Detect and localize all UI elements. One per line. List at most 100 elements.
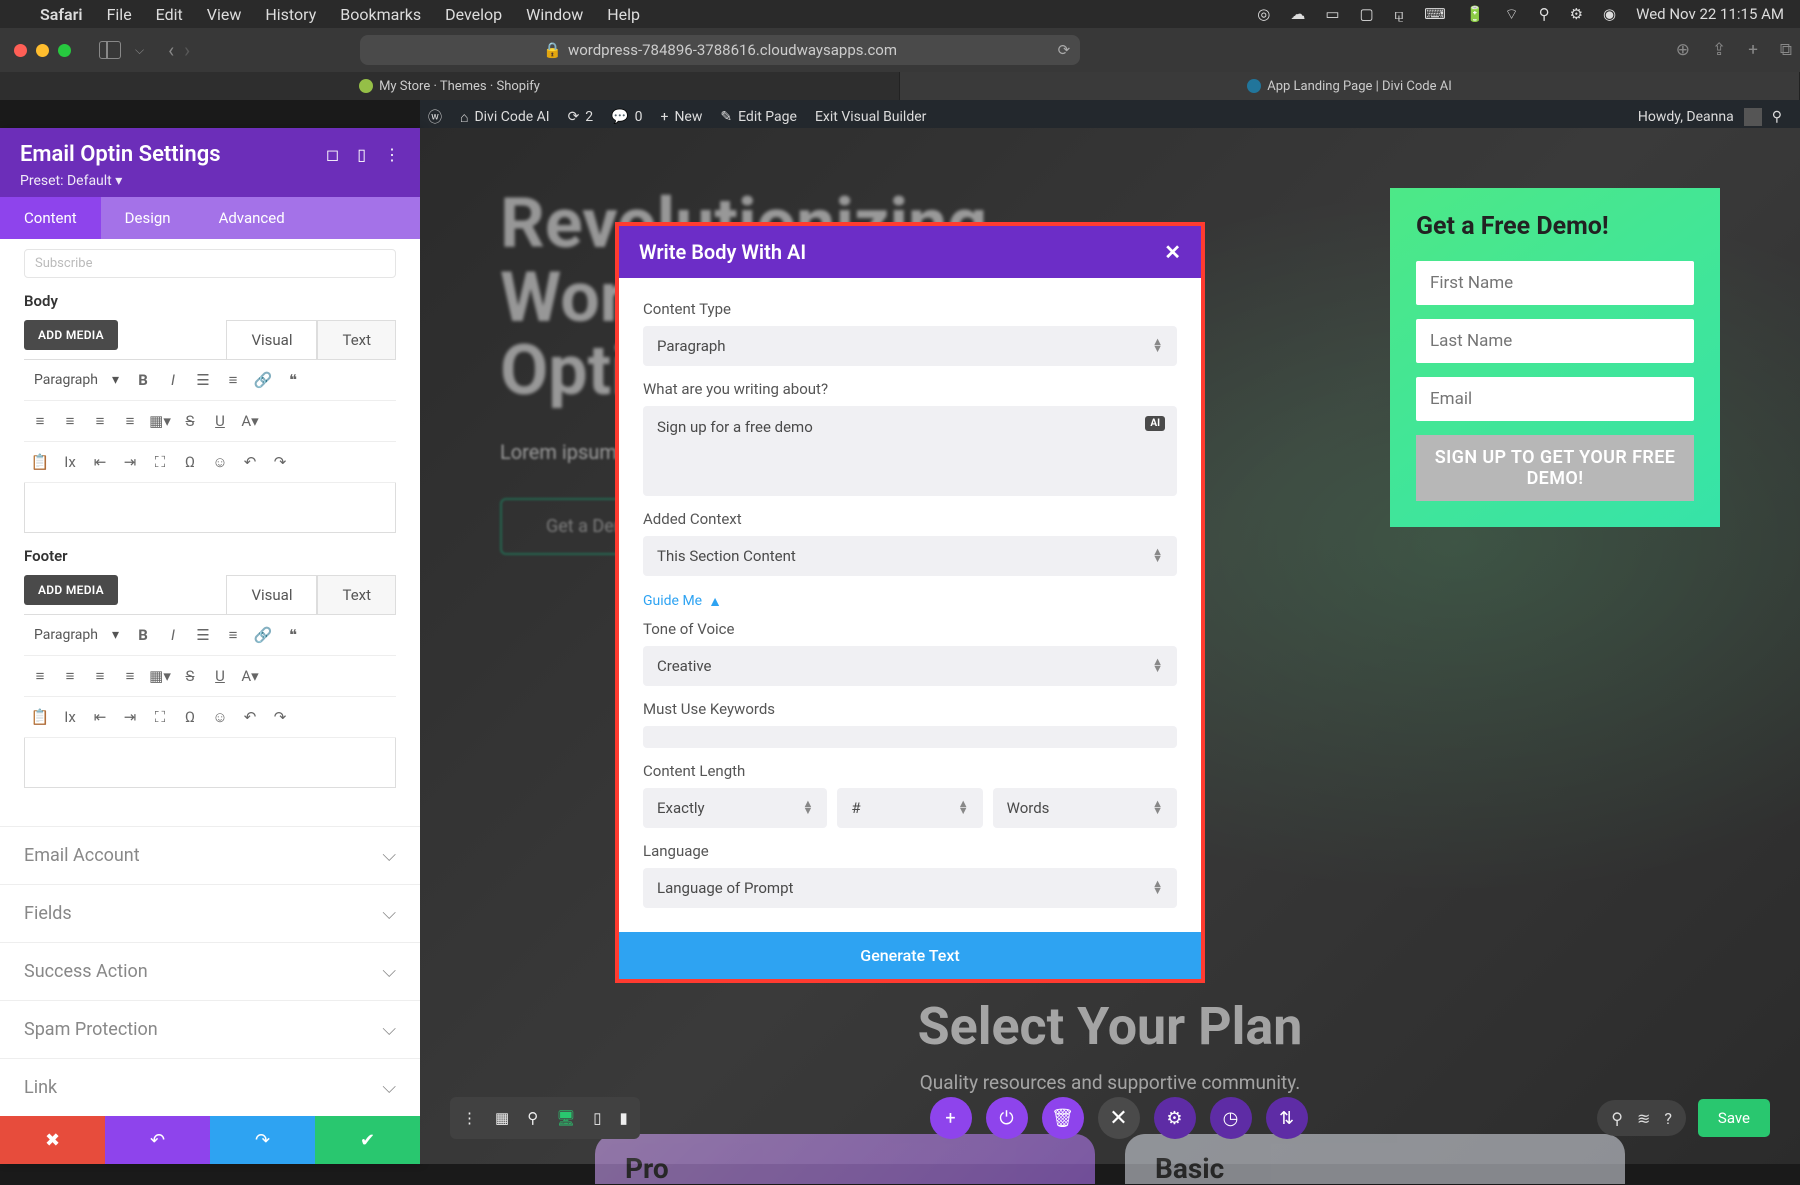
search-icon[interactable]: ⚲: [1539, 5, 1550, 23]
editor-tab-visual-footer[interactable]: Visual: [226, 575, 317, 614]
edit-page[interactable]: ✎ Edit Page: [720, 109, 797, 125]
content-type-select[interactable]: Paragraph▲▼: [643, 326, 1177, 366]
sort-icon[interactable]: ⇅: [1266, 1097, 1308, 1139]
preset-selector[interactable]: Preset: Default ▾: [20, 173, 400, 189]
italic-icon[interactable]: I: [161, 623, 185, 647]
accordion-fields[interactable]: Fields⌵: [0, 884, 420, 942]
menu-file[interactable]: File: [107, 5, 132, 24]
new-content[interactable]: + New: [660, 109, 702, 125]
underline-icon[interactable]: U: [208, 664, 232, 688]
panel-undo-button[interactable]: ↶: [105, 1116, 210, 1164]
power-icon[interactable]: ⏻: [986, 1097, 1028, 1139]
menu-help[interactable]: Help: [607, 5, 640, 24]
strike-icon[interactable]: S: [178, 664, 202, 688]
accordion-success-action[interactable]: Success Action⌵: [0, 942, 420, 1000]
help-icon[interactable]: ?: [1664, 1109, 1672, 1128]
desktop-icon[interactable]: 🖥: [556, 1109, 575, 1127]
more-icon[interactable]: ⋮: [384, 145, 400, 164]
quote-icon[interactable]: ❝: [281, 623, 305, 647]
reload-icon[interactable]: ⟳: [1058, 41, 1071, 59]
context-select[interactable]: This Section Content▲▼: [643, 536, 1177, 576]
length-unit-select[interactable]: Words▲▼: [993, 788, 1177, 828]
generate-text-button[interactable]: Generate Text: [619, 932, 1201, 979]
settings-gear-icon[interactable]: ⚙: [1154, 1097, 1196, 1139]
indent-icon[interactable]: ⇥: [118, 705, 142, 729]
browser-tab-1[interactable]: My Store · Themes · Shopify: [0, 72, 900, 100]
paste-icon[interactable]: 📋: [28, 705, 52, 729]
add-media-button-body[interactable]: ADD MEDIA: [24, 320, 118, 350]
special-char-icon[interactable]: Ω: [178, 450, 202, 474]
menu-bookmarks[interactable]: Bookmarks: [340, 5, 421, 24]
discard-button[interactable]: ✖: [0, 1116, 105, 1164]
exit-vb[interactable]: Exit Visual Builder: [815, 109, 926, 125]
menu-edit[interactable]: Edit: [156, 5, 183, 24]
address-bar[interactable]: 🔒 wordpress-784896-3788616.cloudwaysapps…: [360, 35, 1080, 65]
format-select[interactable]: Paragraph ▾: [28, 368, 125, 392]
outdent-icon[interactable]: ⇤: [88, 450, 112, 474]
table-icon[interactable]: ▦▾: [148, 664, 172, 688]
close-window-icon[interactable]: [14, 44, 27, 57]
dock-close-icon[interactable]: ✕: [1098, 1097, 1140, 1139]
cloud-icon[interactable]: ☁: [1290, 5, 1305, 23]
align-left-icon[interactable]: ≡: [28, 664, 52, 688]
guide-me-toggle[interactable]: Guide Me ▲: [643, 593, 722, 610]
history-icon[interactable]: ◷: [1210, 1097, 1252, 1139]
editor-tab-text-footer[interactable]: Text: [317, 575, 396, 614]
emoji-icon[interactable]: ☺: [208, 705, 232, 729]
phone-icon[interactable]: ▮: [620, 1109, 628, 1127]
tabs-overview-icon[interactable]: ⧉: [1780, 40, 1792, 60]
add-media-button-footer[interactable]: ADD MEDIA: [24, 575, 118, 605]
link-icon[interactable]: 🔗: [251, 623, 275, 647]
download-icon[interactable]: ⊕: [1676, 40, 1690, 60]
datetime[interactable]: Wed Nov 22 11:15 AM: [1636, 5, 1784, 23]
admin-search-icon[interactable]: ⚲: [1772, 109, 1782, 125]
table-icon[interactable]: ▦▾: [148, 409, 172, 433]
minimize-window-icon[interactable]: [36, 44, 49, 57]
footer-editor[interactable]: [24, 738, 396, 788]
howdy-user[interactable]: Howdy, Deanna: [1638, 109, 1734, 125]
align-left-icon[interactable]: ≡: [28, 409, 52, 433]
link-icon[interactable]: 🔗: [251, 368, 275, 392]
tone-select[interactable]: Creative▲▼: [643, 646, 1177, 686]
new-tab-icon[interactable]: +: [1748, 40, 1758, 60]
last-name-input[interactable]: [1416, 319, 1694, 363]
indent-icon[interactable]: ⇥: [118, 450, 142, 474]
special-char-icon[interactable]: Ω: [178, 705, 202, 729]
editor-tab-text-body[interactable]: Text: [317, 320, 396, 359]
maximize-window-icon[interactable]: [58, 44, 71, 57]
keyboard-icon[interactable]: ⌨: [1424, 5, 1446, 23]
wifi-icon[interactable]: ⌔: [1504, 5, 1518, 24]
save-button[interactable]: Save: [1698, 1099, 1770, 1137]
text-color-icon[interactable]: A▾: [238, 664, 262, 688]
record-icon[interactable]: ◎: [1257, 5, 1270, 23]
siri-icon[interactable]: ◉: [1603, 5, 1616, 23]
align-center-icon[interactable]: ≡: [58, 409, 82, 433]
number-list-icon[interactable]: ≡: [221, 623, 245, 647]
forward-button[interactable]: ›: [184, 38, 190, 62]
keywords-input[interactable]: [643, 726, 1177, 748]
chevron-down-icon[interactable]: ⌵: [135, 43, 144, 58]
comments[interactable]: 💬 0: [611, 109, 642, 125]
tab-advanced[interactable]: Advanced: [195, 197, 309, 239]
bullet-list-icon[interactable]: ☰: [191, 368, 215, 392]
dock-search-icon[interactable]: ⚲: [1611, 1109, 1623, 1128]
menu-develop[interactable]: Develop: [445, 5, 502, 24]
number-list-icon[interactable]: ≡: [221, 368, 245, 392]
zoom-icon[interactable]: ⚲: [527, 1109, 538, 1127]
about-textarea[interactable]: Sign up for a free demo: [643, 406, 1177, 496]
clear-format-icon[interactable]: Ix: [58, 705, 82, 729]
accordion-email-account[interactable]: Email Account⌵: [0, 826, 420, 884]
hover-icon[interactable]: ◻: [326, 145, 339, 164]
folder-icon[interactable]: ▭: [1325, 5, 1339, 23]
wp-logo-icon[interactable]: ⓦ: [428, 107, 442, 127]
length-count-input[interactable]: #▲▼: [837, 788, 982, 828]
revisions[interactable]: ⟳ 2: [568, 109, 594, 125]
email-input[interactable]: [1416, 377, 1694, 421]
user-avatar[interactable]: [1744, 108, 1762, 126]
first-name-input[interactable]: [1416, 261, 1694, 305]
add-section-icon[interactable]: +: [930, 1097, 972, 1139]
layers-icon[interactable]: ≋: [1637, 1109, 1650, 1128]
redo-icon[interactable]: ↷: [268, 450, 292, 474]
wireframe-icon[interactable]: ▦: [495, 1109, 509, 1127]
align-justify-icon[interactable]: ≡: [118, 664, 142, 688]
